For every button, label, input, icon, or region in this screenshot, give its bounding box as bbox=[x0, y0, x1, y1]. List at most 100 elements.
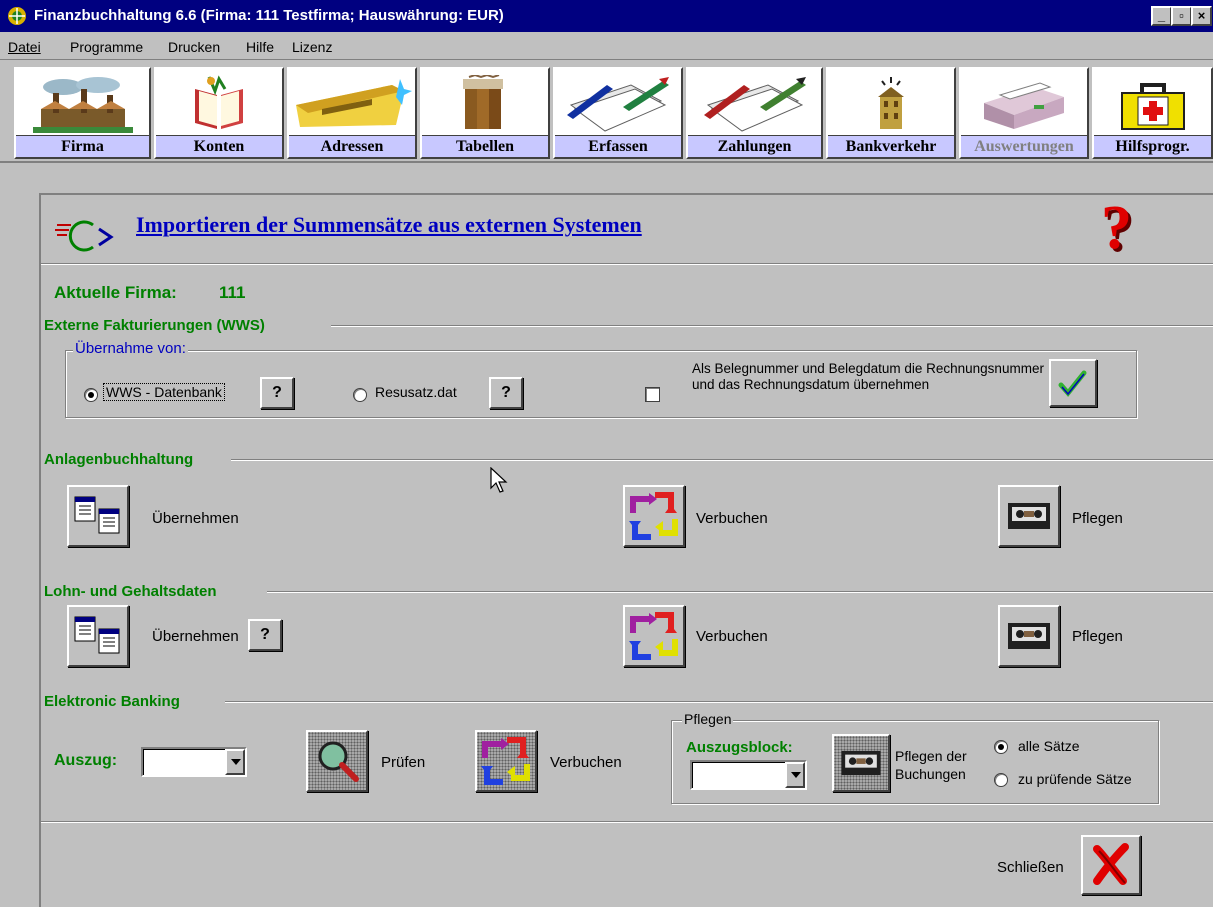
question-icon: ? bbox=[501, 384, 511, 401]
menu-datei[interactable]: Datei bbox=[8, 39, 41, 55]
title-bar[interactable]: Finanzbuchhaltung 6.6 (Firma: 111 Testfi… bbox=[0, 0, 1213, 32]
banking-section-label: Elektronic Banking bbox=[44, 693, 184, 710]
menu-drucken[interactable]: Drucken bbox=[168, 39, 220, 55]
radio-wws-datenbank[interactable] bbox=[84, 388, 98, 402]
minimize-button[interactable]: _ bbox=[1151, 6, 1172, 26]
import-dialog: Importieren der Summensätze aus externen… bbox=[39, 193, 1213, 907]
lohn-section-label: Lohn- und Gehaltsdaten bbox=[44, 583, 221, 600]
radio-wws-datenbank-label[interactable]: WWS - Datenbank bbox=[103, 383, 225, 401]
radio-resusatz[interactable] bbox=[353, 388, 367, 402]
close-window-button[interactable]: × bbox=[1191, 6, 1212, 26]
minimize-icon: _ bbox=[1157, 8, 1166, 23]
magnifier-icon bbox=[318, 741, 359, 782]
menu-datei-label: Datei bbox=[8, 39, 41, 55]
anlagen-uebernehmen-label: Übernehmen bbox=[152, 510, 239, 527]
toolbar-konten-button[interactable]: Konten bbox=[154, 67, 284, 159]
radio-alle-saetze[interactable] bbox=[994, 740, 1008, 754]
help-icon[interactable]: ? bbox=[1101, 193, 1132, 264]
toolbar-hilfsprogr-button[interactable]: Hilfsprogr. bbox=[1092, 67, 1213, 159]
banking-verbuchen-label: Verbuchen bbox=[550, 754, 622, 771]
payments-icon bbox=[703, 77, 806, 132]
menu-lizenz[interactable]: Lizenz bbox=[292, 39, 332, 55]
maximize-icon: ▫ bbox=[1179, 8, 1184, 23]
cassette-icon bbox=[1008, 623, 1050, 649]
envelope-icon bbox=[296, 79, 412, 127]
factory-icon bbox=[32, 77, 133, 133]
auszugsblock-select[interactable] bbox=[690, 760, 807, 790]
table-transfer-icon bbox=[74, 616, 120, 654]
pflegen-buchungen-button[interactable] bbox=[832, 734, 890, 792]
lohn-pflegen-label: Pflegen bbox=[1072, 628, 1123, 645]
toolbar: Firma Konten Adressen Tabellen Erfassen bbox=[0, 61, 1213, 163]
radio-alle-saetze-label[interactable]: alle Sätze bbox=[1018, 738, 1079, 754]
toolbar-erfassen-label: Erfassen bbox=[555, 135, 681, 157]
menu-programme[interactable]: Programme bbox=[70, 39, 143, 55]
resusatz-help-button[interactable]: ? bbox=[489, 377, 523, 409]
menu-hilfe[interactable]: Hilfe bbox=[246, 39, 274, 55]
wws-section-label: Externe Fakturierungen (WWS) bbox=[44, 317, 269, 334]
menu-lizenz-label: Lizenz bbox=[292, 39, 333, 55]
lohn-help-button[interactable]: ? bbox=[248, 619, 282, 651]
current-company-label: Aktuelle Firma: bbox=[54, 283, 177, 302]
chevron-down-icon[interactable] bbox=[785, 762, 805, 788]
menu-bar: Datei Programme Drucken Hilfe Lizenz bbox=[0, 32, 1213, 60]
toolbar-tabellen-label: Tabellen bbox=[422, 135, 548, 157]
wws-divider bbox=[331, 325, 1213, 327]
anlagen-uebernehmen-button[interactable] bbox=[67, 485, 129, 547]
banking-verbuchen-button[interactable] bbox=[475, 730, 537, 792]
anlagen-verbuchen-button[interactable] bbox=[623, 485, 685, 547]
radio-zu-pruefende-saetze[interactable] bbox=[994, 773, 1008, 787]
close-dialog-button[interactable] bbox=[1081, 835, 1141, 895]
anlagen-verbuchen-label: Verbuchen bbox=[696, 510, 768, 527]
header-divider bbox=[41, 263, 1213, 265]
menu-programme-label: Programme bbox=[70, 39, 144, 55]
pflegen-buchungen-label: Pflegen der Buchungen bbox=[895, 748, 967, 782]
bank-icon bbox=[878, 77, 904, 129]
uebernahme-group-label: Übernahme von: bbox=[73, 340, 188, 357]
toolbar-auswertungen-button[interactable]: Auswertungen bbox=[959, 67, 1089, 159]
lohn-verbuchen-button[interactable] bbox=[623, 605, 685, 667]
toolbar-bankverkehr-button[interactable]: Bankverkehr bbox=[826, 67, 956, 159]
pflegen-group-label: Pflegen bbox=[682, 711, 734, 727]
banking-divider bbox=[225, 701, 1213, 703]
toolbar-zahlungen-label: Zahlungen bbox=[688, 135, 821, 157]
toolbar-auswertungen-label: Auswertungen bbox=[961, 135, 1087, 157]
dialog-title: Importieren der Summensätze aus externen… bbox=[136, 212, 642, 237]
footer-divider bbox=[41, 821, 1213, 823]
toolbar-firma-label: Firma bbox=[16, 135, 149, 157]
toolbar-tabellen-button[interactable]: Tabellen bbox=[420, 67, 550, 159]
question-icon: ? bbox=[260, 626, 270, 643]
radio-zu-pruefende-saetze-label[interactable]: zu prüfende Sätze bbox=[1018, 771, 1132, 787]
auszugsblock-label: Auszugsblock: bbox=[686, 739, 793, 756]
first-aid-icon bbox=[1120, 83, 1185, 130]
belegnummer-checkbox-label: Als Belegnummer und Belegdatum die Rechn… bbox=[692, 361, 1044, 392]
chevron-down-icon[interactable] bbox=[225, 749, 245, 775]
close-icon: × bbox=[1197, 8, 1206, 23]
auszug-label: Auszug: bbox=[54, 752, 118, 769]
printer-icon bbox=[984, 82, 1064, 129]
toolbar-adressen-button[interactable]: Adressen bbox=[287, 67, 417, 159]
toolbar-firma-button[interactable]: Firma bbox=[14, 67, 151, 159]
toolbar-erfassen-button[interactable]: Erfassen bbox=[553, 67, 683, 159]
pruefen-button[interactable] bbox=[306, 730, 368, 792]
anlagen-pflegen-button[interactable] bbox=[998, 485, 1060, 547]
table-transfer-icon bbox=[74, 496, 120, 534]
confirm-button[interactable] bbox=[1049, 359, 1097, 407]
anlagen-divider bbox=[231, 459, 1213, 461]
cycle-arrows-icon bbox=[629, 612, 678, 660]
toolbar-adressen-label: Adressen bbox=[289, 135, 415, 157]
cassette-icon bbox=[1008, 503, 1050, 529]
checkmark-icon bbox=[1058, 370, 1087, 397]
lohn-pflegen-button[interactable] bbox=[998, 605, 1060, 667]
anlagen-pflegen-label: Pflegen bbox=[1072, 510, 1123, 527]
radio-resusatz-label[interactable]: Resusatz.dat bbox=[375, 384, 457, 400]
belegnummer-checkbox[interactable] bbox=[645, 387, 660, 402]
papers-pen-icon bbox=[567, 77, 669, 132]
wws-db-help-button[interactable]: ? bbox=[260, 377, 294, 409]
lohn-uebernehmen-button[interactable] bbox=[67, 605, 129, 667]
app-icon[interactable] bbox=[6, 5, 28, 27]
maximize-button[interactable]: ▫ bbox=[1171, 6, 1192, 26]
toolbar-zahlungen-button[interactable]: Zahlungen bbox=[686, 67, 823, 159]
cassette-icon bbox=[841, 750, 881, 776]
auszug-select[interactable] bbox=[141, 747, 247, 777]
